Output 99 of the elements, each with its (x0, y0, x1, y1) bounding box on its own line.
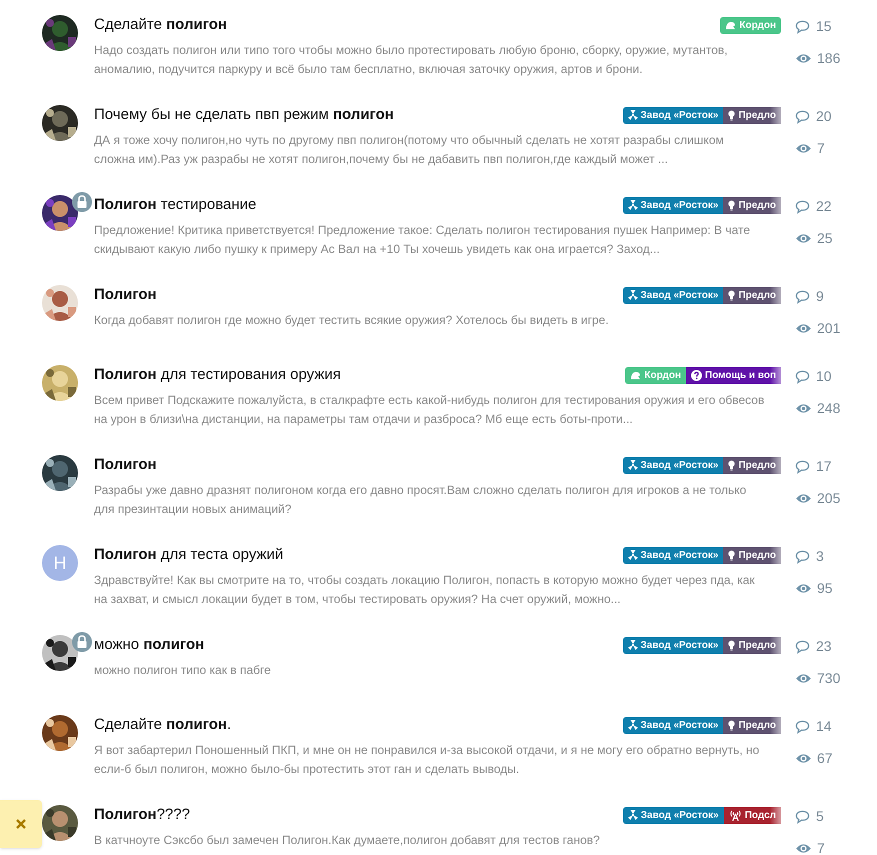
comment-icon (795, 20, 810, 34)
eye-icon (795, 843, 812, 854)
tag[interactable]: Завод «Росток» (622, 286, 724, 304)
thread-snippet: Предложение! Критика приветствуется! Предложение такое: Сделать полигон тестирования пушек Например: В чате скидывают какую либо пушку к примеру Ас Вал на +10 Ты хочешь увидеть как она играется? Заход... (94, 222, 752, 258)
thread-snippet: Я вот забартерил Поношенный ПКП, и мне он не понравился и-за высокой отдачи, и я не могу его обратно вернуть, но если-б был полигон, можно было-бы протестить этот ган и сделать выводы. (94, 742, 760, 778)
reply-count: 14 (816, 717, 832, 736)
lightbulb-icon (728, 640, 736, 650)
tag[interactable]: Предло (723, 286, 781, 304)
lightbulb-icon (728, 460, 736, 470)
radiation-icon (628, 290, 638, 300)
close-button[interactable] (0, 800, 42, 848)
thread-snippet: Разрабы уже давно дразнят полигоном когда его давно просят.Вам сложно сделать полигон для игроков а не только для презинтации новых анимаций? (94, 482, 748, 518)
thread-title[interactable]: Сделайте полигон (94, 14, 227, 36)
thread-snippet: ДА я тоже хочу полигон,но чуть по другому пвп полигон(потому что обычный сделать не хотят разрабы слишком сложна им).Раз уж разрабы не хотят полигон,почему бы не дабавить пвп полигон,где каждый может ... (94, 132, 725, 168)
view-count: 248 (817, 399, 840, 418)
tag[interactable]: Завод «Росток» (622, 716, 724, 734)
view-count: 25 (817, 229, 833, 248)
thread-title[interactable]: можно полигон (94, 634, 204, 656)
reply-count: 22 (816, 197, 832, 216)
tag[interactable]: Завод «Росток» (622, 546, 724, 564)
radiation-icon (628, 110, 638, 120)
tag[interactable]: Завод «Росток» (622, 456, 724, 474)
eye-icon (795, 753, 812, 764)
view-count: 186 (817, 49, 840, 68)
tag[interactable]: Помощь и воп (686, 366, 781, 384)
thread-title[interactable]: Полигон???? (94, 804, 190, 826)
thread-snippet: Когда добавят полигон где можно будет тестить всякие оружия? Хотелось бы видеть в игре. (94, 312, 610, 329)
reply-count: 3 (816, 547, 824, 566)
thread-title[interactable]: Полигон для тестирования оружия (94, 364, 341, 386)
view-count: 205 (817, 489, 840, 508)
radiation-icon (628, 810, 638, 820)
comment-icon (795, 370, 810, 384)
lightbulb-icon (728, 550, 736, 560)
thread-snippet: можно полигон типо как в пабге (94, 662, 272, 679)
tag[interactable]: Предло (723, 106, 781, 124)
reply-count: 17 (816, 457, 832, 476)
reply-count: 5 (816, 807, 824, 826)
reply-count: 10 (816, 367, 832, 386)
creature-icon (630, 370, 642, 380)
eye-icon (795, 233, 812, 244)
thread-title[interactable]: Полигон (94, 454, 157, 476)
reply-count: 20 (816, 107, 832, 126)
close-icon (16, 819, 26, 829)
radiation-icon (628, 200, 638, 210)
comment-icon (795, 110, 810, 124)
question-icon (691, 370, 702, 380)
view-count: 201 (817, 319, 840, 338)
view-count: 730 (817, 669, 840, 688)
view-count: 7 (817, 839, 825, 855)
eye-icon (795, 323, 812, 334)
thread-title[interactable]: Полигон (94, 284, 157, 306)
tag[interactable]: Подсл (724, 806, 781, 824)
tag[interactable]: Предло (723, 456, 781, 474)
tag[interactable]: Предло (723, 546, 781, 564)
view-count: 67 (817, 749, 833, 768)
eye-icon (795, 673, 812, 684)
lightbulb-icon (728, 290, 736, 300)
antenna-icon (728, 810, 742, 820)
tag[interactable]: Завод «Росток» (622, 636, 724, 654)
avatar-letter: H (42, 545, 78, 581)
tag[interactable]: Предло (723, 716, 781, 734)
reply-count: 23 (816, 637, 832, 656)
eye-icon (795, 403, 812, 414)
comment-icon (795, 200, 810, 214)
reply-count: 9 (816, 287, 824, 306)
lightbulb-icon (728, 110, 736, 120)
eye-icon (795, 143, 812, 154)
comment-icon (795, 290, 810, 304)
tag[interactable]: Предло (723, 196, 781, 214)
tag[interactable]: Предло (723, 636, 781, 654)
view-count: 95 (817, 579, 833, 598)
reply-count: 15 (816, 17, 832, 36)
lightbulb-icon (728, 200, 736, 210)
radiation-icon (628, 720, 638, 730)
comment-icon (795, 460, 810, 474)
tag[interactable]: Завод «Росток» (622, 806, 724, 824)
radiation-icon (628, 460, 638, 470)
thread-snippet: Всем привет Подскажите пожалуйста, в сталкрафте есть какой-нибудь полигон для тестирования оружия и его обвесов на урон в близи\на дистанции, на параметры там отдачи и разброса? Мб еще есть боты-проти... (94, 392, 766, 428)
comment-icon (795, 720, 810, 734)
thread-title[interactable]: Полигон для теста оружий (94, 544, 284, 566)
view-count: 7 (817, 139, 825, 158)
tag[interactable]: Завод «Росток» (622, 196, 724, 214)
radiation-icon (628, 640, 638, 650)
thread-snippet: Здравствуйте! Как вы смотрите на то, чтобы создать локацию Полигон, попасть в которую можно будет через пда, как на захват, и смысл локации будет в том, чтобы тестировать оружия? На счет оружий, можно... (94, 572, 756, 608)
comment-icon (795, 550, 810, 564)
tag[interactable]: Завод «Росток» (622, 106, 724, 124)
comment-icon (795, 640, 810, 654)
thread-title[interactable]: Сделайте полигон. (94, 714, 232, 736)
eye-icon (795, 493, 812, 504)
thread-snippet: Надо создать полигон или типо того чтобы можно было протестировать любую броню, сборку, оружие, мутантов, аномалию, подучится паркуру и всё было там бесплатно, включая заточку оружия, артов и брони. (94, 42, 729, 78)
eye-icon (795, 53, 812, 64)
radiation-icon (628, 550, 638, 560)
lightbulb-icon (728, 720, 736, 730)
thread-snippet: В катчноуте Сэксбо был замечен Полигон.Как думаете,полигон добавят для тестов ганов? (94, 832, 601, 849)
thread-title[interactable]: Полигон тестирование (94, 194, 256, 216)
eye-icon (795, 583, 812, 594)
creature-icon (725, 20, 736, 30)
thread-title[interactable]: Почему бы не сделать пвп режим полигон (94, 104, 394, 126)
comment-icon (795, 810, 810, 824)
